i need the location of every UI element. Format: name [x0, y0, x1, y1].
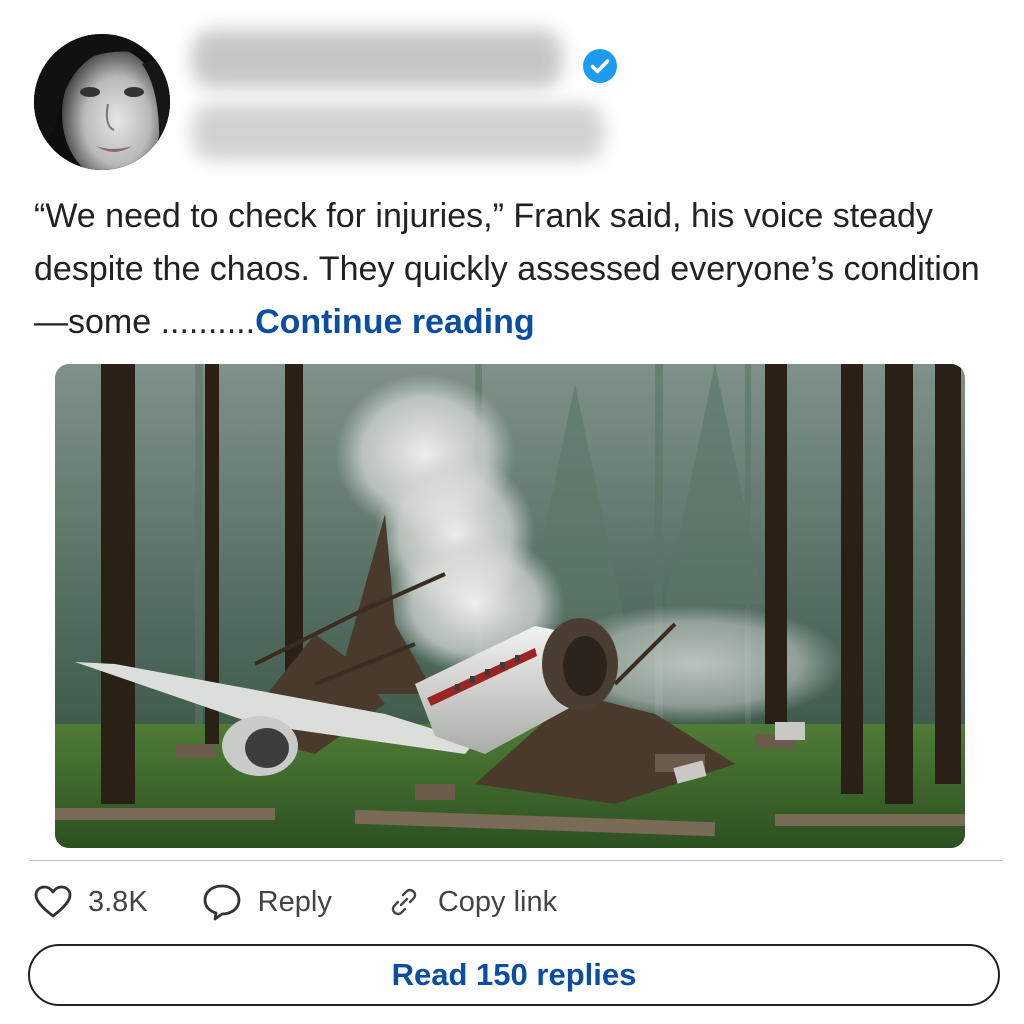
- copy-link-label: Copy link: [437, 885, 558, 918]
- like-count: 3.8K: [88, 885, 148, 918]
- heart-icon: [34, 885, 72, 918]
- avatar-image: [34, 34, 170, 170]
- post-header: [34, 30, 994, 180]
- reply-label: Reply: [257, 885, 332, 918]
- link-icon: [391, 888, 417, 916]
- continue-reading-link[interactable]: Continue reading: [255, 303, 535, 341]
- divider: [30, 860, 1002, 861]
- copy-link-button[interactable]: Copy link: [386, 884, 557, 920]
- speech-bubble-icon: [203, 884, 241, 921]
- action-bar: 3.8K Reply Copy link: [34, 880, 611, 924]
- post-image[interactable]: [55, 364, 965, 848]
- reply-button[interactable]: Reply: [202, 883, 332, 921]
- like-button[interactable]: 3.8K: [34, 885, 148, 919]
- post-text: “We need to check for injuries,” Frank s…: [34, 190, 994, 349]
- plane-crash-illustration: [55, 364, 965, 848]
- avatar[interactable]: [34, 34, 170, 170]
- read-replies-button[interactable]: Read 150 replies: [28, 944, 1000, 1006]
- blurred-subtitle: [192, 104, 604, 160]
- verified-check-icon: [583, 49, 617, 83]
- blurred-username: [192, 30, 562, 88]
- read-replies-label: Read 150 replies: [391, 957, 637, 992]
